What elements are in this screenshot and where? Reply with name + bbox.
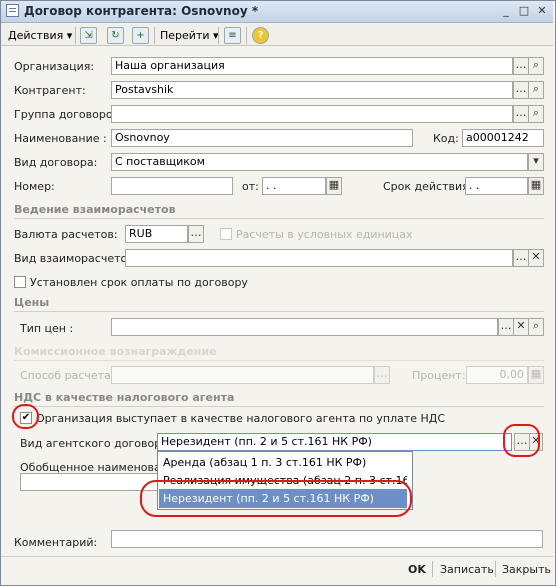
calc-method-label: Способ расчета: — [20, 369, 115, 382]
clear-icon[interactable]: ✕ — [513, 318, 529, 336]
settlement-mode-label: Вид взаиморасчетов: — [14, 252, 138, 265]
number-field[interactable] — [111, 177, 233, 195]
divider — [14, 406, 544, 407]
select-button[interactable]: … — [513, 249, 529, 267]
contract-group-field[interactable] — [111, 105, 513, 123]
price-type-field[interactable] — [111, 318, 498, 336]
organization-field[interactable]: Наша организация — [111, 57, 513, 75]
document-icon — [6, 4, 19, 17]
select-button[interactable]: … — [513, 57, 529, 75]
conditional-units-checkbox[interactable] — [220, 228, 232, 240]
calc-method-field[interactable] — [111, 366, 374, 384]
select-button[interactable]: … — [498, 318, 514, 336]
toolbar-separator — [246, 27, 247, 44]
footer-divider — [1, 556, 553, 557]
divider — [14, 360, 544, 361]
dropdown-item-rent[interactable]: Аренда (абзац 1 п. 3 ст.161 НК РФ) — [159, 453, 407, 472]
highlight-mark — [12, 404, 39, 429]
select-button[interactable]: … — [188, 225, 204, 243]
comment-label: Комментарий: — [14, 536, 98, 549]
currency-field[interactable]: RUB — [125, 225, 188, 243]
date-from-label: от: — [242, 180, 259, 193]
contract-group-label: Группа договоров: — [14, 108, 123, 121]
number-label: Номер: — [14, 180, 55, 193]
agent-contract-type-field[interactable]: Нерезидент (пп. 2 и 5 ст.161 НК РФ) — [157, 433, 512, 451]
clear-icon[interactable]: ✕ — [528, 249, 544, 267]
footer-separator — [432, 561, 433, 577]
settlement-section-title: Ведение взаиморасчетов — [14, 203, 176, 216]
open-search-icon[interactable]: ⌕ — [528, 57, 544, 75]
toolbar-separator — [75, 27, 76, 44]
footer-separator — [495, 561, 496, 577]
payment-term-checkbox[interactable] — [14, 276, 26, 288]
percent-label: Процент: — [412, 369, 466, 382]
chevron-down-icon[interactable]: ▾ — [528, 153, 544, 171]
date-from-field[interactable]: . . — [262, 177, 326, 195]
highlight-mark — [503, 424, 540, 457]
percent-field[interactable]: 0,00 — [466, 366, 528, 384]
prices-section-title: Цены — [14, 296, 50, 309]
toolbar-separator — [154, 27, 155, 44]
contractor-field[interactable]: Postavshik — [111, 81, 513, 99]
organization-label: Организация: — [14, 60, 95, 73]
divider — [14, 311, 544, 312]
help-icon[interactable]: ? — [252, 27, 269, 44]
code-field[interactable]: а00001242 — [462, 129, 544, 147]
contract-type-label: Вид договора: — [14, 156, 98, 169]
calendar-icon[interactable]: ▦ — [528, 177, 544, 195]
list-view-icon[interactable]: ≡ — [224, 27, 241, 44]
select-button[interactable]: … — [374, 366, 390, 384]
name-field[interactable]: Osnovnoy — [111, 129, 413, 147]
comment-field[interactable] — [111, 530, 543, 548]
actions-menu-button[interactable]: Действия ▾ — [8, 27, 72, 44]
name-label: Наименование : — [14, 132, 107, 145]
calendar-icon[interactable]: ▦ — [326, 177, 342, 195]
open-search-icon[interactable]: ⌕ — [528, 318, 544, 336]
open-search-icon[interactable]: ⌕ — [528, 105, 544, 123]
general-name-field[interactable] — [20, 473, 160, 491]
maximize-button[interactable]: □ — [516, 4, 532, 18]
highlight-mark — [140, 480, 412, 517]
contractor-label: Контрагент: — [14, 84, 86, 97]
select-button[interactable]: … — [513, 105, 529, 123]
add-copy-icon[interactable]: + — [132, 27, 149, 44]
code-label: Код: — [433, 132, 459, 145]
price-type-label: Тип цен : — [20, 322, 74, 335]
contract-type-select[interactable]: С поставщиком — [111, 153, 528, 171]
select-button[interactable]: … — [513, 81, 529, 99]
term-label: Срок действия: — [383, 180, 473, 193]
payment-term-label: Установлен срок оплаты по договору — [30, 276, 248, 289]
open-search-icon[interactable]: ⌕ — [528, 81, 544, 99]
toolbar-separator — [218, 27, 219, 44]
post-document-icon[interactable]: ⇲ — [80, 27, 97, 44]
minimize-button[interactable]: _ — [498, 4, 514, 18]
term-field[interactable]: . . — [465, 177, 528, 195]
agent-contract-type-label: Вид агентского договора: — [20, 437, 172, 450]
commission-section-title: Комиссионное вознаграждение — [14, 345, 217, 358]
vat-section-title: НДС в качестве налогового агента — [14, 391, 235, 404]
calculator-icon[interactable]: ▦ — [528, 366, 544, 384]
conditional-units-label: Расчеты в условных единицах — [236, 228, 413, 241]
goto-menu-button[interactable]: Перейти ▾ — [160, 27, 219, 44]
currency-label: Валюта расчетов: — [14, 228, 118, 241]
save-button[interactable]: Записать — [440, 563, 494, 576]
settlement-mode-field[interactable] — [125, 249, 513, 267]
window-title: Договор контрагента: Osnovnoy * — [24, 4, 259, 18]
close-window-button[interactable]: ✕ — [534, 4, 550, 18]
close-button[interactable]: Закрыть — [502, 563, 551, 576]
tax-agent-label: Организация выступает в качестве налогов… — [36, 412, 446, 425]
ok-button[interactable]: OK — [408, 563, 426, 576]
divider — [14, 218, 544, 219]
refresh-icon[interactable]: ↻ — [107, 27, 124, 44]
